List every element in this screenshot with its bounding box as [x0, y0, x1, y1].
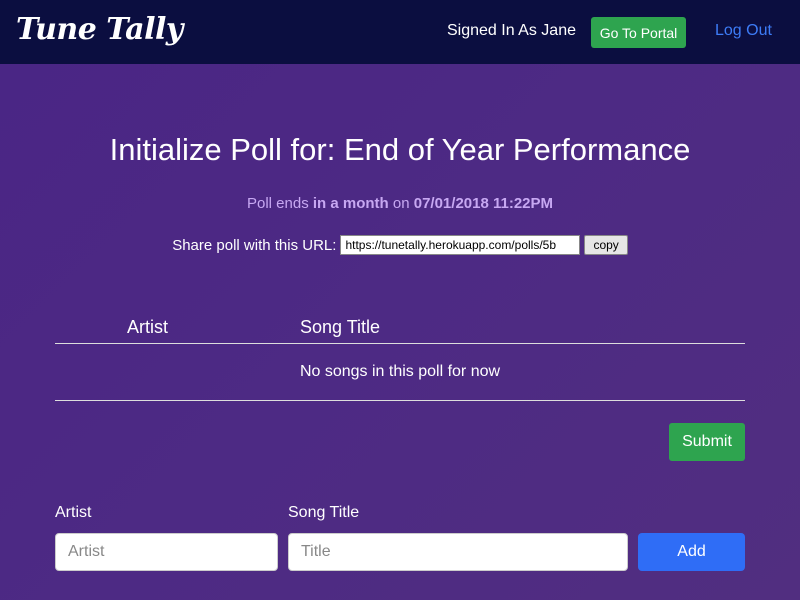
share-url-row: Share poll with this URL: copy [0, 235, 800, 255]
signed-in-text: Signed In As Jane [447, 22, 576, 39]
submit-button[interactable]: Submit [669, 423, 745, 461]
go-to-portal-button[interactable]: Go To Portal [591, 17, 686, 48]
song-title-label: Song Title [288, 504, 360, 521]
column-header-artist: Artist [127, 317, 169, 337]
song-title-input[interactable] [288, 533, 628, 571]
page-title: Initialize Poll for: End of Year Perform… [109, 132, 691, 167]
poll-ends-datetime: 07/01/2018 11:22PM [413, 195, 554, 212]
copy-button[interactable]: copy [584, 235, 628, 255]
log-out-link[interactable]: Log Out [715, 22, 772, 40]
poll-end-info: Poll ends in a month on 07/01/2018 11:22… [0, 195, 800, 212]
table-header: Artist Song Title [55, 305, 745, 344]
top-navbar: Tune Tally Signed In As Jane Go To Porta… [0, 0, 800, 64]
table-empty-row: No songs in this poll for now [55, 344, 745, 401]
column-header-song-title: Song Title [300, 317, 381, 337]
artist-label: Artist [55, 504, 92, 521]
share-label: Share poll with this URL: [172, 236, 337, 254]
empty-message: No songs in this poll for now [299, 363, 501, 380]
songs-table: Artist Song Title No songs in this poll … [55, 305, 745, 401]
poll-ends-on: on [392, 195, 410, 212]
brand-logo[interactable]: Tune Tally [16, 12, 183, 47]
poll-ends-prefix: Poll ends [246, 195, 309, 212]
artist-input[interactable] [55, 533, 278, 571]
poll-ends-relative: in a month [312, 195, 389, 212]
share-url-field[interactable] [340, 235, 581, 255]
add-song-button[interactable]: Add [638, 533, 745, 571]
